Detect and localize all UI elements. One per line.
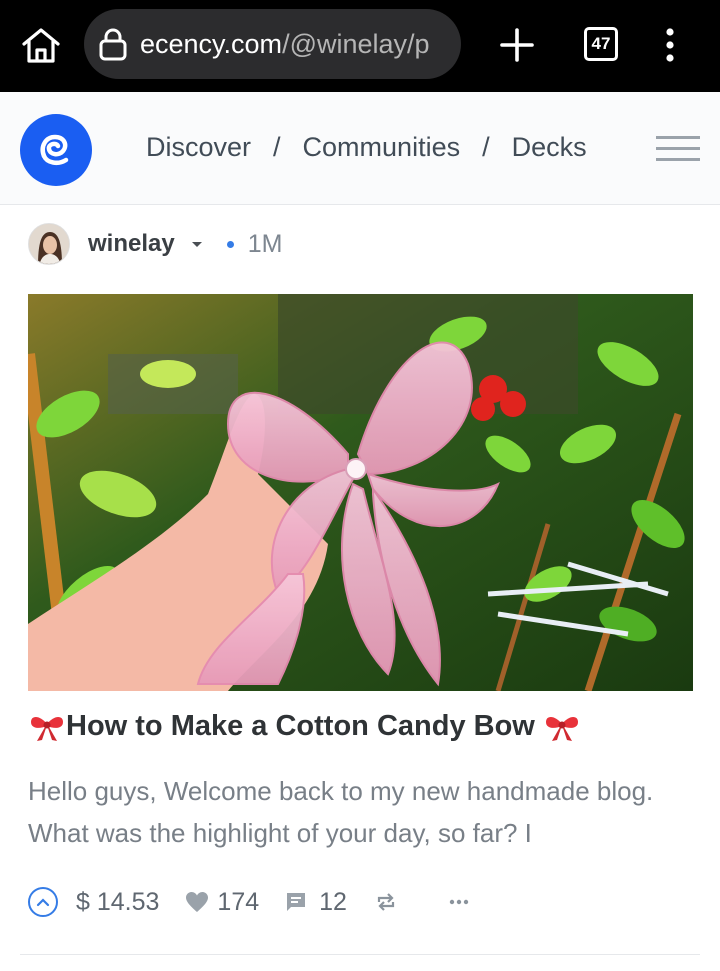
tab-count: 47 bbox=[591, 34, 611, 53]
upvote-button[interactable] bbox=[28, 887, 58, 917]
post-divider bbox=[20, 954, 700, 955]
chevron-down-icon[interactable] bbox=[191, 239, 203, 249]
nav-link-communities[interactable]: Communities bbox=[303, 132, 461, 163]
chevron-up-icon bbox=[36, 898, 50, 907]
separator-dot bbox=[226, 240, 234, 248]
ecency-logo-icon bbox=[40, 134, 69, 166]
hamburger-menu-icon[interactable] bbox=[656, 134, 700, 164]
browser-menu-icon[interactable] bbox=[660, 25, 680, 65]
heart-icon[interactable] bbox=[185, 891, 209, 913]
address-bar[interactable]: ecency.com/@winelay/p bbox=[84, 9, 461, 79]
post-thumbnail[interactable] bbox=[28, 294, 693, 691]
bow-ribbon-icon bbox=[545, 716, 578, 741]
new-tab-icon[interactable] bbox=[498, 26, 536, 64]
comment-icon[interactable] bbox=[285, 891, 307, 913]
post-age: 1M bbox=[247, 229, 283, 258]
comment-count[interactable]: 12 bbox=[319, 888, 347, 917]
tab-switcher-button[interactable]: 47 bbox=[584, 27, 618, 61]
post-title-text: How to Make a Cotton Candy Bow bbox=[66, 710, 535, 742]
url-domain: ecency.com bbox=[140, 28, 283, 59]
url-path: /@winelay/p bbox=[282, 28, 430, 59]
reblog-icon[interactable] bbox=[375, 891, 397, 913]
bow-ribbon-icon bbox=[31, 716, 63, 741]
avatar[interactable] bbox=[28, 223, 70, 265]
post-excerpt[interactable]: Hello guys, Welcome back to my new handm… bbox=[28, 770, 688, 854]
ecency-logo[interactable] bbox=[20, 114, 92, 186]
browser-toolbar: ecency.com/@winelay/p 47 bbox=[0, 0, 720, 92]
post-actions: $ 14.53 174 12 bbox=[28, 884, 469, 920]
like-count[interactable]: 174 bbox=[217, 888, 259, 917]
breadcrumb-nav: Discover / Communities / Decks bbox=[146, 132, 587, 163]
post-title[interactable]: How to Make a Cotton Candy Bow bbox=[28, 710, 698, 743]
nav-link-discover[interactable]: Discover bbox=[146, 132, 251, 163]
url-text: ecency.com/@winelay/p bbox=[140, 29, 430, 60]
nav-separator: / bbox=[482, 132, 490, 162]
site-header: Discover / Communities / Decks bbox=[0, 92, 720, 205]
more-options-icon[interactable] bbox=[449, 898, 469, 906]
nav-separator: / bbox=[273, 132, 281, 162]
nav-link-decks[interactable]: Decks bbox=[512, 132, 587, 163]
payout-value[interactable]: $ 14.53 bbox=[76, 888, 159, 917]
post-author-row: winelay 1M bbox=[28, 222, 282, 266]
lock-icon bbox=[99, 28, 127, 61]
home-icon[interactable] bbox=[20, 25, 62, 65]
author-name[interactable]: winelay bbox=[88, 230, 175, 258]
